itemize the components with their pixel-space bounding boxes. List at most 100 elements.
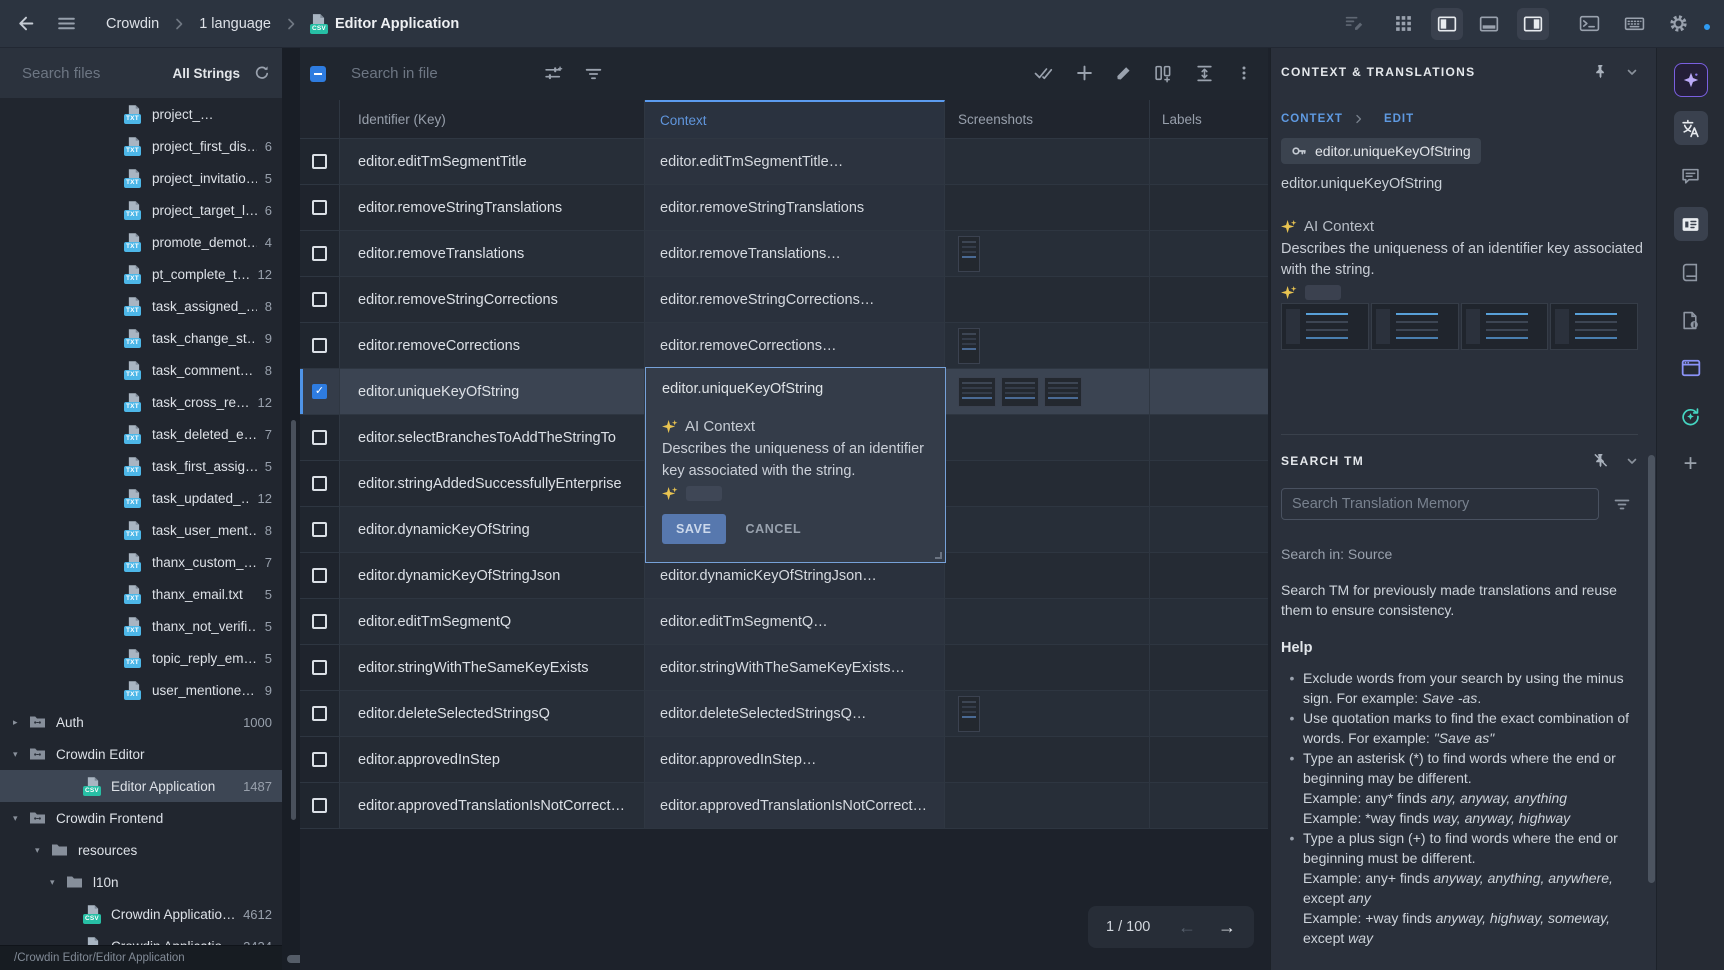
file-tree-item[interactable]: ▸ Auth 1000	[0, 706, 282, 738]
popup-ai-description[interactable]: Describes the uniqueness of an identifie…	[662, 438, 940, 482]
row-checkbox[interactable]: ✓	[312, 568, 327, 583]
identifier-cell[interactable]: editor.selectBranchesToAddTheStringTo	[340, 415, 645, 460]
ai-assistant-logo[interactable]	[1674, 63, 1708, 97]
row-height-icon[interactable]	[1195, 64, 1214, 83]
labels-cell[interactable]	[1150, 553, 1268, 598]
screenshot-thumbnail[interactable]	[1371, 303, 1459, 350]
file-tree-item[interactable]: TXT thanx_email.txt 5	[0, 578, 282, 610]
screenshots-cell[interactable]	[945, 507, 1150, 552]
file-tree-item[interactable]: TXT task_first_assig… 5	[0, 450, 282, 482]
add-tool-icon[interactable]: +	[1674, 447, 1708, 481]
identifier-cell[interactable]: editor.dynamicKeyOfString	[340, 507, 645, 552]
row-checkbox[interactable]: ✓	[312, 752, 327, 767]
table-row[interactable]: ✓ editor.removeCorrections editor.remove…	[300, 323, 1268, 369]
labels-cell[interactable]	[1150, 185, 1268, 230]
next-page-icon[interactable]: →	[1218, 917, 1236, 938]
file-tree-item[interactable]: CSV Crowdin Applicatio… 4612	[0, 898, 282, 930]
file-tree-item[interactable]: TXT task_user_ment… 8	[0, 514, 282, 546]
identifier-cell[interactable]: editor.stringAddedSuccessfullyEnterprise	[340, 461, 645, 506]
file-tree-item[interactable]: TXT project_first_dis… 6	[0, 130, 282, 162]
screenshot-thumbnail[interactable]	[958, 328, 980, 364]
file-info-tool-icon[interactable]	[1674, 303, 1708, 337]
file-tree-item[interactable]: CSV Crowdin Applicatio… 2424	[0, 930, 282, 945]
screenshots-cell[interactable]	[945, 231, 1150, 276]
add-column-icon[interactable]	[1154, 64, 1173, 83]
pin-icon[interactable]	[1593, 64, 1608, 79]
tm-filter-icon[interactable]	[1613, 495, 1631, 513]
labels-cell[interactable]	[1150, 277, 1268, 322]
screenshot-thumbnail[interactable]	[958, 236, 980, 272]
labels-cell[interactable]	[1150, 645, 1268, 690]
screenshots-cell[interactable]	[945, 645, 1150, 690]
approve-all-icon[interactable]	[1034, 64, 1054, 83]
row-checkbox[interactable]: ✓	[312, 246, 327, 261]
column-header-context[interactable]: Context	[645, 100, 945, 138]
table-row[interactable]: ✓ editor.removeTranslations editor.remov…	[300, 231, 1268, 277]
row-checkbox[interactable]: ✓	[312, 338, 327, 353]
ai-history-tool-icon[interactable]	[1674, 399, 1708, 433]
row-checkbox[interactable]: ✓	[312, 614, 327, 629]
file-tree-item[interactable]: TXT topic_reply_em… 5	[0, 642, 282, 674]
table-row[interactable]: ✓ editor.editTmSegmentQ editor.editTmSeg…	[300, 599, 1268, 645]
context-cell[interactable]: editor.removeTranslations…	[645, 231, 945, 276]
file-tree-item[interactable]: TXT task_cross_re… 12	[0, 386, 282, 418]
column-header-screenshots[interactable]: Screenshots	[945, 100, 1150, 138]
file-tree-item[interactable]: TXT task_assigned_… 8	[0, 290, 282, 322]
add-string-icon[interactable]	[1076, 64, 1093, 83]
labels-cell[interactable]	[1150, 415, 1268, 460]
screenshot-thumbnail[interactable]	[1044, 377, 1082, 407]
context-cell[interactable]: editor.editTmSegmentTitle…	[645, 139, 945, 184]
resize-handle[interactable]	[935, 552, 942, 559]
row-checkbox[interactable]: ✓	[312, 384, 327, 399]
screenshots-cell[interactable]	[945, 783, 1150, 828]
labels-cell[interactable]	[1150, 507, 1268, 552]
search-in-label[interactable]: Search in: Source	[1281, 546, 1638, 562]
panel-right-toggle[interactable]	[1517, 8, 1549, 40]
context-cell[interactable]: editor.removeStringCorrections…	[645, 277, 945, 322]
file-tree-item[interactable]: ▾ Crowdin Editor	[0, 738, 282, 770]
string-key-chip[interactable]: editor.uniqueKeyOfString	[1281, 138, 1481, 164]
filter-icon[interactable]	[584, 64, 603, 83]
table-row[interactable]: ✓ editor.editTmSegmentTitle editor.editT…	[300, 139, 1268, 185]
screenshots-cell[interactable]	[945, 461, 1150, 506]
screenshot-thumbnail[interactable]	[1461, 303, 1549, 350]
context-tool-icon[interactable]	[1674, 207, 1708, 241]
table-row[interactable]: ✓ editor.approvedInStep editor.approvedI…	[300, 737, 1268, 783]
tree-expand-arrow[interactable]: ▾	[13, 813, 29, 824]
tree-expand-arrow[interactable]: ▾	[50, 877, 66, 888]
tab-context[interactable]: CONTEXT	[1281, 113, 1343, 125]
column-header-labels[interactable]: Labels	[1150, 100, 1268, 138]
strings-filter-dropdown[interactable]: All Strings	[172, 66, 240, 81]
table-row[interactable]: ✓ editor.deleteSelectedStringsQ editor.d…	[300, 691, 1268, 737]
screenshots-cell[interactable]	[945, 415, 1150, 460]
context-cell[interactable]: editor.stringWithTheSameKeyExists…	[645, 645, 945, 690]
identifier-cell[interactable]: editor.stringWithTheSameKeyExists	[340, 645, 645, 690]
table-row[interactable]: ✓ editor.removeStringCorrections editor.…	[300, 277, 1268, 323]
labels-cell[interactable]	[1150, 323, 1268, 368]
file-tree-item[interactable]: CSV Editor Application 1487	[0, 770, 282, 802]
identifier-cell[interactable]: editor.removeStringTranslations	[340, 185, 645, 230]
edit-icon[interactable]	[1115, 64, 1132, 83]
search-files-input[interactable]: Search files	[22, 65, 172, 82]
tab-edit[interactable]: EDIT	[1384, 113, 1414, 125]
identifier-cell[interactable]: editor.editTmSegmentQ	[340, 599, 645, 644]
file-tree-item[interactable]: TXT project_target_l… 6	[0, 194, 282, 226]
file-tree-item[interactable]: TXT thanx_not_verifi… 5	[0, 610, 282, 642]
file-tree-item[interactable]: TXT task_change_st… 9	[0, 322, 282, 354]
panel-bottom-toggle[interactable]	[1479, 14, 1499, 34]
search-in-file-input[interactable]: Search in file	[351, 65, 438, 82]
screenshot-thumbnail[interactable]	[958, 696, 980, 732]
file-tree-item[interactable]: TXT task_comment… 8	[0, 354, 282, 386]
file-tree-item[interactable]: ▾ resources	[0, 834, 282, 866]
file-tree-item[interactable]: TXT project_…	[0, 98, 282, 130]
row-checkbox[interactable]: ✓	[312, 154, 327, 169]
file-tree-item[interactable]: ▾ Crowdin Frontend	[0, 802, 282, 834]
file-tree-item[interactable]: TXT promote_demot… 4	[0, 226, 282, 258]
compose-icon[interactable]	[1345, 14, 1364, 33]
table-vertical-scrollbar[interactable]	[291, 420, 296, 820]
row-checkbox[interactable]: ✓	[312, 798, 327, 813]
screenshots-cell[interactable]	[945, 737, 1150, 782]
screenshot-thumbnail[interactable]	[1001, 377, 1039, 407]
table-row[interactable]: ✓ editor.approvedTranslationIsNotCorrect…	[300, 783, 1268, 829]
context-cell[interactable]: editor.removeStringTranslations	[645, 185, 945, 230]
